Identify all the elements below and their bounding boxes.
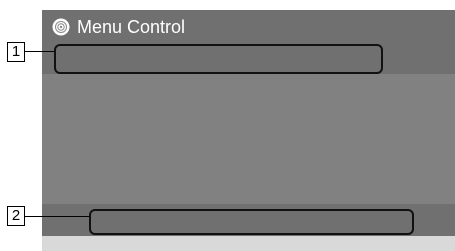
callout-2-label: 2 <box>7 206 25 226</box>
page-title: Menu Control <box>77 17 186 37</box>
header-bar: Menu Control <box>42 10 455 74</box>
playback-info-area <box>54 44 383 74</box>
footer-strip <box>42 236 455 251</box>
operation-buttons-area[interactable] <box>89 209 414 235</box>
disc-icon <box>52 18 70 36</box>
manual-figure: Menu Control 1 2 <box>0 0 455 251</box>
callout-2-leader-line <box>24 216 90 217</box>
callout-1-leader-line <box>24 51 55 52</box>
callout-1-label: 1 <box>7 42 25 62</box>
menu-control-screen: Menu Control <box>42 10 455 251</box>
content-area <box>42 74 455 204</box>
bottom-bar <box>42 204 455 236</box>
